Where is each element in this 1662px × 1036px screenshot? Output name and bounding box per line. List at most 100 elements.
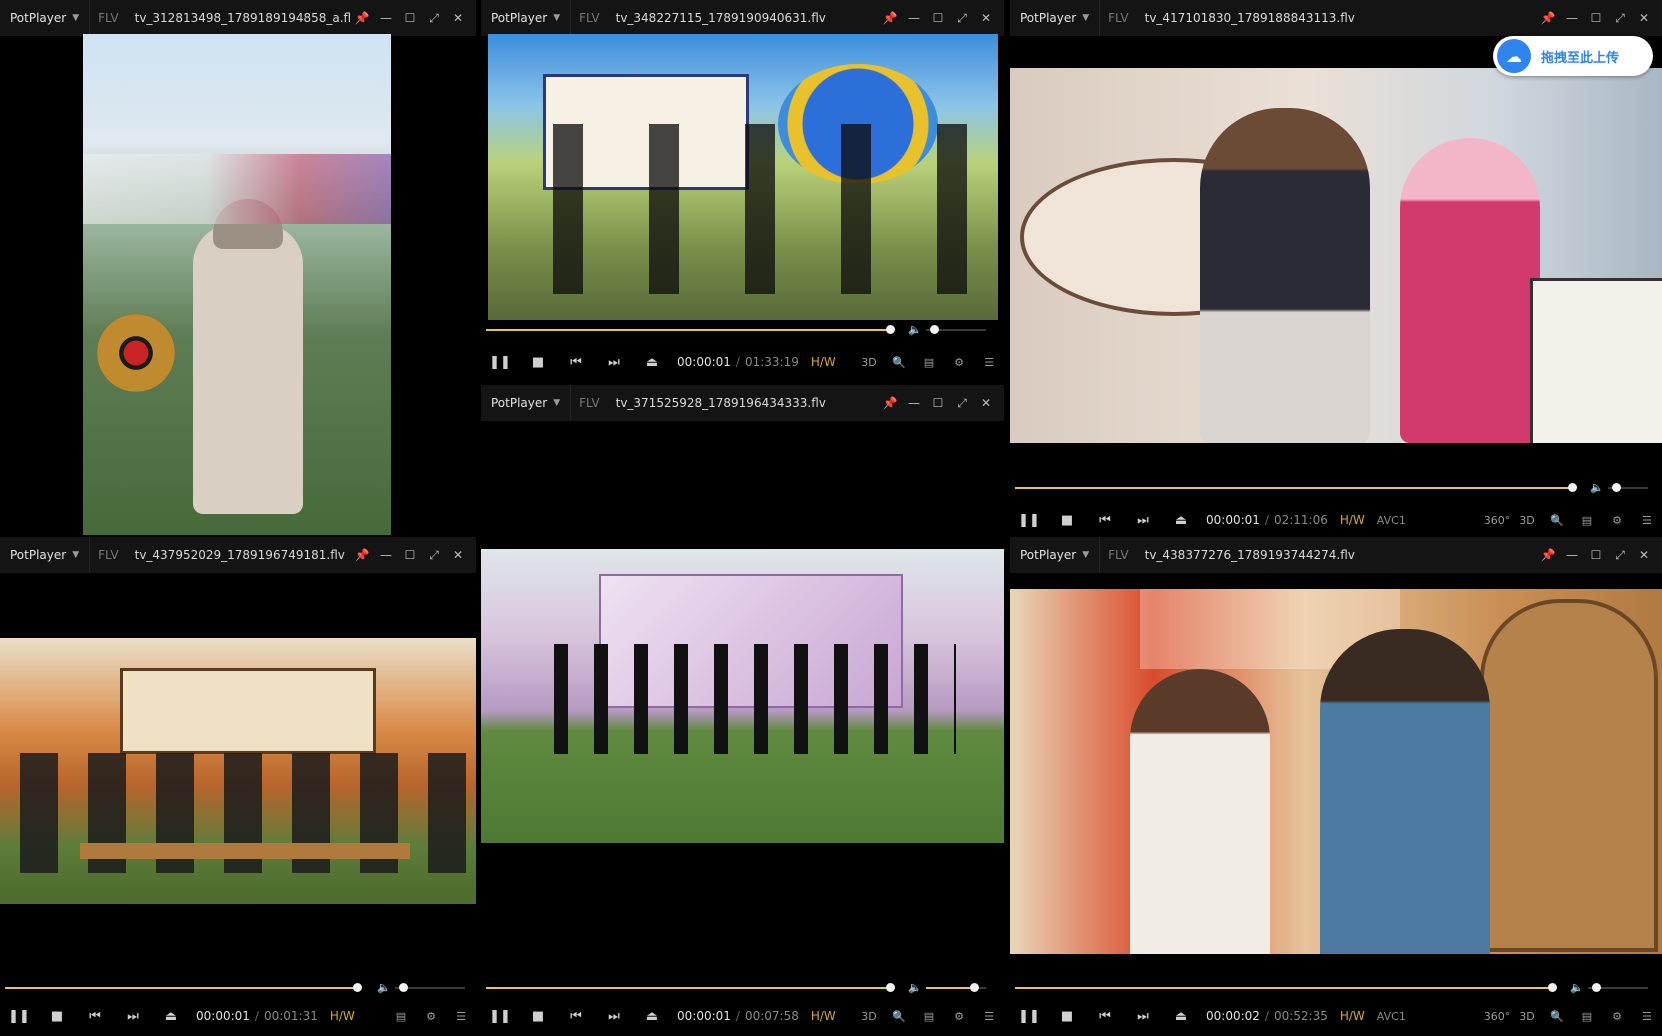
- 3d-toggle[interactable]: 3D: [1512, 514, 1542, 527]
- stop-button[interactable]: ■: [38, 1009, 76, 1024]
- title-bar[interactable]: PotPlayer ▼ FLV tv_437952029_17891967491…: [0, 537, 476, 573]
- hw-badge[interactable]: H/W: [1340, 513, 1365, 527]
- app-menu-button[interactable]: PotPlayer ▼: [1010, 0, 1099, 36]
- menu-icon[interactable]: ☰: [1632, 1010, 1662, 1023]
- eject-button[interactable]: ⏏: [1162, 513, 1200, 528]
- app-menu-button[interactable]: PotPlayer ▼: [481, 385, 570, 421]
- seek-knob[interactable]: [1568, 483, 1577, 492]
- close-button[interactable]: ✕: [1632, 11, 1656, 26]
- video-frame[interactable]: [488, 34, 998, 320]
- settings-icon[interactable]: ⚙: [1602, 514, 1632, 527]
- title-bar[interactable]: PotPlayer ▼ FLV tv_348227115_17891909406…: [481, 0, 1004, 36]
- fullscreen-button[interactable]: ⤢: [422, 11, 446, 26]
- next-button[interactable]: ⏭: [1124, 1009, 1162, 1024]
- volume-knob[interactable]: [970, 983, 979, 992]
- minimize-button[interactable]: —: [902, 396, 926, 411]
- seek-bar[interactable]: 🔈: [1015, 981, 1655, 995]
- stop-button[interactable]: ■: [519, 355, 557, 370]
- minimize-button[interactable]: —: [374, 548, 398, 563]
- settings-icon[interactable]: ⚙: [416, 1010, 446, 1023]
- maximize-button[interactable]: ☐: [926, 396, 950, 411]
- video-frame[interactable]: [0, 638, 476, 904]
- stop-button[interactable]: ■: [1048, 513, 1086, 528]
- pause-button[interactable]: ❚❚: [1010, 1009, 1048, 1024]
- pause-button[interactable]: ❚❚: [0, 1009, 38, 1024]
- pin-icon[interactable]: 📌: [1536, 11, 1560, 26]
- capture-icon[interactable]: 🔍: [1542, 1010, 1572, 1023]
- menu-icon[interactable]: ☰: [974, 1010, 1004, 1023]
- volume-knob[interactable]: [930, 325, 939, 334]
- next-button[interactable]: ⏭: [1124, 513, 1162, 528]
- 3d-toggle[interactable]: 3D: [1512, 1010, 1542, 1023]
- next-button[interactable]: ⏭: [595, 355, 633, 370]
- fullscreen-button[interactable]: ⤢: [1608, 11, 1632, 26]
- title-bar[interactable]: PotPlayer ▼ FLV tv_417101830_17891888431…: [1010, 0, 1662, 36]
- video-frame[interactable]: [83, 34, 391, 535]
- minimize-button[interactable]: —: [1560, 548, 1584, 563]
- video-frame[interactable]: [481, 549, 1004, 843]
- hw-badge[interactable]: H/W: [811, 355, 836, 369]
- settings-icon[interactable]: ⚙: [944, 1010, 974, 1023]
- previous-button[interactable]: ⏮: [557, 1009, 595, 1024]
- eject-button[interactable]: ⏏: [152, 1009, 190, 1024]
- stop-button[interactable]: ■: [519, 1009, 557, 1024]
- capture-icon[interactable]: 🔍: [884, 356, 914, 369]
- pause-button[interactable]: ❚❚: [481, 355, 519, 370]
- maximize-button[interactable]: ☐: [1584, 548, 1608, 563]
- volume-icon[interactable]: 🔈: [908, 981, 922, 994]
- volume-knob[interactable]: [1592, 983, 1601, 992]
- seek-knob[interactable]: [886, 983, 895, 992]
- maximize-button[interactable]: ☐: [398, 11, 422, 26]
- close-button[interactable]: ✕: [974, 396, 998, 411]
- maximize-button[interactable]: ☐: [926, 11, 950, 26]
- volume-icon[interactable]: 🔈: [908, 323, 922, 336]
- previous-button[interactable]: ⏮: [1086, 513, 1124, 528]
- menu-icon[interactable]: ☰: [446, 1010, 476, 1023]
- seek-knob[interactable]: [353, 983, 362, 992]
- playlist-icon[interactable]: ▤: [1572, 1010, 1602, 1023]
- minimize-button[interactable]: —: [902, 11, 926, 26]
- volume-icon[interactable]: 🔈: [377, 981, 391, 994]
- pause-button[interactable]: ❚❚: [481, 1009, 519, 1024]
- 3d-toggle[interactable]: 3D: [854, 356, 884, 369]
- fullscreen-button[interactable]: ⤢: [950, 396, 974, 411]
- maximize-button[interactable]: ☐: [1584, 11, 1608, 26]
- video-frame[interactable]: [1010, 589, 1662, 954]
- next-button[interactable]: ⏭: [114, 1009, 152, 1024]
- 360-toggle[interactable]: 360°: [1482, 514, 1512, 527]
- title-bar[interactable]: PotPlayer ▼ FLV tv_312813498_17891891948…: [0, 0, 476, 36]
- pin-icon[interactable]: 📌: [1536, 548, 1560, 563]
- seek-bar[interactable]: 🔈: [486, 981, 996, 995]
- seek-bar[interactable]: 🔈: [486, 323, 996, 337]
- hw-badge[interactable]: H/W: [330, 1009, 355, 1023]
- app-menu-button[interactable]: PotPlayer ▼: [1010, 537, 1099, 573]
- hw-badge[interactable]: H/W: [811, 1009, 836, 1023]
- minimize-button[interactable]: —: [374, 11, 398, 26]
- capture-icon[interactable]: 🔍: [1542, 514, 1572, 527]
- pin-icon[interactable]: 📌: [878, 11, 902, 26]
- app-menu-button[interactable]: PotPlayer ▼: [0, 0, 89, 36]
- maximize-button[interactable]: ☐: [398, 548, 422, 563]
- 3d-toggle[interactable]: 3D: [854, 1010, 884, 1023]
- volume-knob[interactable]: [399, 983, 408, 992]
- stop-button[interactable]: ■: [1048, 1009, 1086, 1024]
- title-bar[interactable]: PotPlayer ▼ FLV tv_438377276_17891937442…: [1010, 537, 1662, 573]
- capture-icon[interactable]: 🔍: [884, 1010, 914, 1023]
- volume-icon[interactable]: 🔈: [1590, 481, 1604, 494]
- seek-bar[interactable]: 🔈: [1015, 481, 1655, 495]
- hw-badge[interactable]: H/W: [1340, 1009, 1365, 1023]
- close-button[interactable]: ✕: [974, 11, 998, 26]
- eject-button[interactable]: ⏏: [633, 1009, 671, 1024]
- menu-icon[interactable]: ☰: [1632, 514, 1662, 527]
- fullscreen-button[interactable]: ⤢: [422, 548, 446, 563]
- close-button[interactable]: ✕: [446, 11, 470, 26]
- settings-icon[interactable]: ⚙: [1602, 1010, 1632, 1023]
- 360-toggle[interactable]: 360°: [1482, 1010, 1512, 1023]
- playlist-icon[interactable]: ▤: [1572, 514, 1602, 527]
- previous-button[interactable]: ⏮: [557, 355, 595, 370]
- eject-button[interactable]: ⏏: [1162, 1009, 1200, 1024]
- seek-bar[interactable]: 🔈: [5, 981, 470, 995]
- playlist-icon[interactable]: ▤: [386, 1010, 416, 1023]
- video-frame[interactable]: [1010, 68, 1662, 443]
- settings-icon[interactable]: ⚙: [944, 356, 974, 369]
